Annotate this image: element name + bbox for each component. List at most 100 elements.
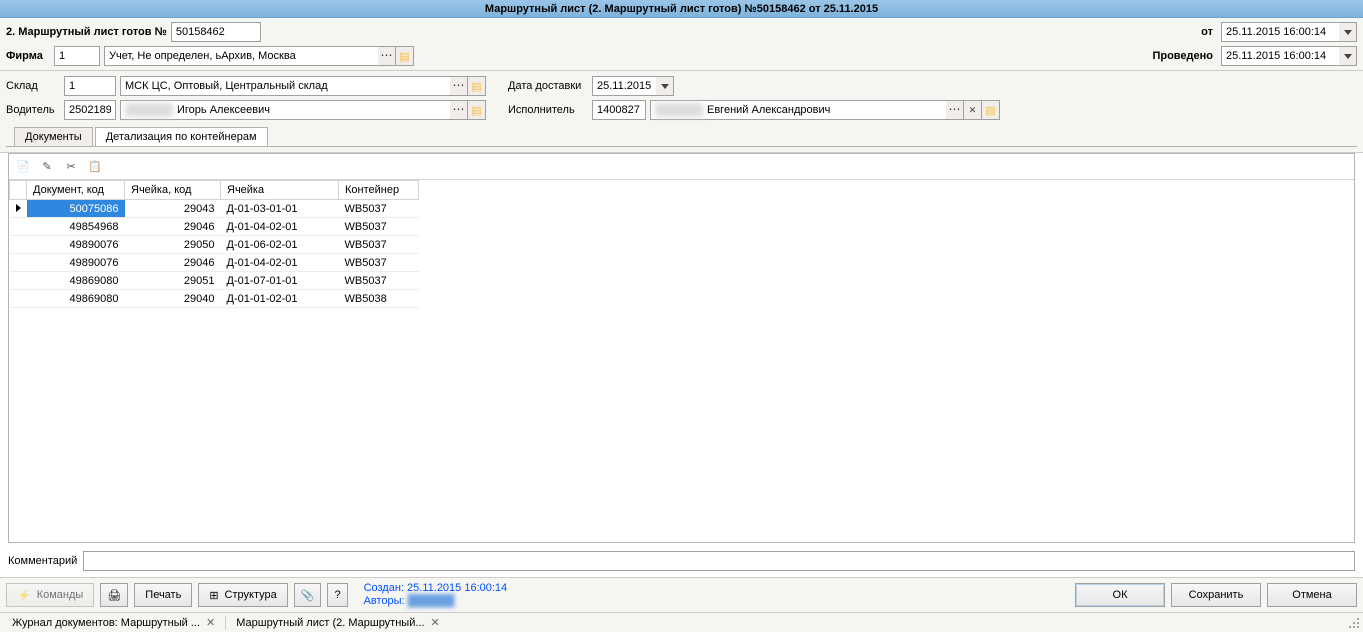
voditel-label: Водитель [6,104,60,116]
resize-grip-icon[interactable] [1347,616,1361,630]
cell-container[interactable]: WB5037 [339,200,419,218]
grid-body[interactable]: Документ, код Ячейка, код Ячейка Контейн… [9,180,1354,542]
col-doc-code[interactable]: Документ, код [27,181,125,200]
delete-row-icon[interactable]: ✂ [63,159,79,175]
cell-cell[interactable]: Д-01-06-02-01 [221,236,339,254]
ot-datetime-input[interactable] [1221,22,1339,42]
cell-cell[interactable]: Д-01-01-02-01 [221,290,339,308]
cell-container[interactable]: WB5037 [339,218,419,236]
cell-cell[interactable]: Д-01-07-01-01 [221,272,339,290]
chevron-down-icon[interactable] [1339,22,1357,42]
grid-toolbar: 📄 ✎ ✂ 📋 [9,154,1354,180]
firma-code-input[interactable] [54,46,100,66]
cell-doc-code[interactable]: 50075086 [27,200,125,218]
firma-name-input[interactable] [104,46,378,66]
voditel-code-input[interactable] [64,100,116,120]
col-cell[interactable]: Ячейка [221,181,339,200]
save-button[interactable]: Сохранить [1171,583,1261,607]
separator [225,616,226,630]
cell-doc-code[interactable]: 49890076 [27,236,125,254]
close-icon[interactable]: ✕ [431,616,440,629]
commands-button[interactable]: ⚡ Команды [6,583,94,607]
cell-container[interactable]: WB5037 [339,272,419,290]
lookup-button[interactable] [450,76,468,96]
cell-container[interactable]: WB5038 [339,290,419,308]
ot-label: от [1201,26,1213,38]
cell-cell-code[interactable]: 29051 [125,272,221,290]
print-button[interactable]: Печать [134,583,192,607]
tab-label: Документы [25,131,82,143]
document-new-icon: ▤ [985,104,995,117]
paperclip-icon: 📎 [301,589,315,602]
status-bar: Журнал документов: Маршрутный ... ✕ Марш… [0,612,1363,632]
clear-button[interactable] [964,100,982,120]
table-row[interactable]: 4989007629046Д-01-04-02-01WB5037 [10,254,419,272]
sklad-code-input[interactable] [64,76,116,96]
table-row[interactable]: 5007508629043Д-01-03-01-01WB5037 [10,200,419,218]
new-button[interactable]: ▤ [468,76,486,96]
cell-doc-code[interactable]: 49854968 [27,218,125,236]
table-row[interactable]: 4986908029051Д-01-07-01-01WB5037 [10,272,419,290]
cell-doc-code[interactable]: 49869080 [27,272,125,290]
cell-cell-code[interactable]: 29040 [125,290,221,308]
provedeno-datetime-input[interactable] [1221,46,1339,66]
add-row-icon[interactable]: 📄 [15,159,31,175]
new-button[interactable]: ▤ [468,100,486,120]
tab-details[interactable]: Детализация по контейнерам [95,127,268,146]
cell-cell-code[interactable]: 29050 [125,236,221,254]
lookup-button[interactable] [946,100,964,120]
new-button[interactable]: ▤ [982,100,1000,120]
lookup-button[interactable] [450,100,468,120]
edit-row-icon[interactable]: ✎ [39,159,55,175]
tabs-bar: Документы Детализация по контейнерам [6,127,1357,147]
status-tab-1[interactable]: Журнал документов: Маршрутный ... ✕ [6,616,221,629]
document-new-icon: ▤ [471,104,481,117]
comment-input[interactable] [83,551,1355,571]
cell-cell[interactable]: Д-01-04-02-01 [221,254,339,272]
col-container[interactable]: Контейнер [339,181,419,200]
help-button[interactable]: ? [327,583,347,607]
redacted-text [655,103,703,117]
sklad-name-input[interactable] [120,76,450,96]
table-row[interactable]: 4986908029040Д-01-01-02-01WB5038 [10,290,419,308]
doc-number-input[interactable] [171,22,261,42]
cell-cell-code[interactable]: 29043 [125,200,221,218]
cell-cell[interactable]: Д-01-04-02-01 [221,218,339,236]
print-label: Печать [145,589,181,601]
cancel-label: Отмена [1292,589,1331,601]
cell-container[interactable]: WB5037 [339,254,419,272]
cell-cell[interactable]: Д-01-03-01-01 [221,200,339,218]
col-cell-code[interactable]: Ячейка, код [125,181,221,200]
status-tab-2[interactable]: Маршрутный лист (2. Маршрутный... ✕ [230,616,446,629]
printer-button[interactable]: 🖨 [100,583,128,607]
cell-doc-code[interactable]: 49869080 [27,290,125,308]
table-row[interactable]: 4989007629050Д-01-06-02-01WB5037 [10,236,419,254]
close-icon[interactable]: ✕ [206,616,215,629]
data-dostavki-input[interactable] [592,76,656,96]
voditel-name-input[interactable]: Игорь Алексеевич [120,100,450,120]
ot-datetime[interactable] [1221,22,1357,42]
cell-cell-code[interactable]: 29046 [125,218,221,236]
tab-documents[interactable]: Документы [14,127,93,146]
data-dostavki-date[interactable] [592,76,674,96]
row-indicator-cell [10,200,27,218]
chevron-down-icon[interactable] [1339,46,1357,66]
ok-button[interactable]: ОК [1075,583,1165,607]
row-indicator-cell [10,236,27,254]
cell-container[interactable]: WB5037 [339,236,419,254]
cell-cell-code[interactable]: 29046 [125,254,221,272]
ispolnitel-name-input[interactable]: Евгений Александрович [650,100,946,120]
lookup-button[interactable] [378,46,396,66]
chevron-down-icon[interactable] [656,76,674,96]
provedeno-datetime[interactable] [1221,46,1357,66]
cell-doc-code[interactable]: 49890076 [27,254,125,272]
new-button[interactable]: ▤ [396,46,414,66]
created-label: Создан: [364,582,404,594]
attachments-button[interactable]: 📎 [294,583,322,607]
copy-row-icon[interactable]: 📋 [87,159,103,175]
close-icon [969,104,977,116]
table-row[interactable]: 4985496829046Д-01-04-02-01WB5037 [10,218,419,236]
structure-button[interactable]: ⊞ Структура [198,583,287,607]
cancel-button[interactable]: Отмена [1267,583,1357,607]
ispolnitel-code-input[interactable] [592,100,646,120]
